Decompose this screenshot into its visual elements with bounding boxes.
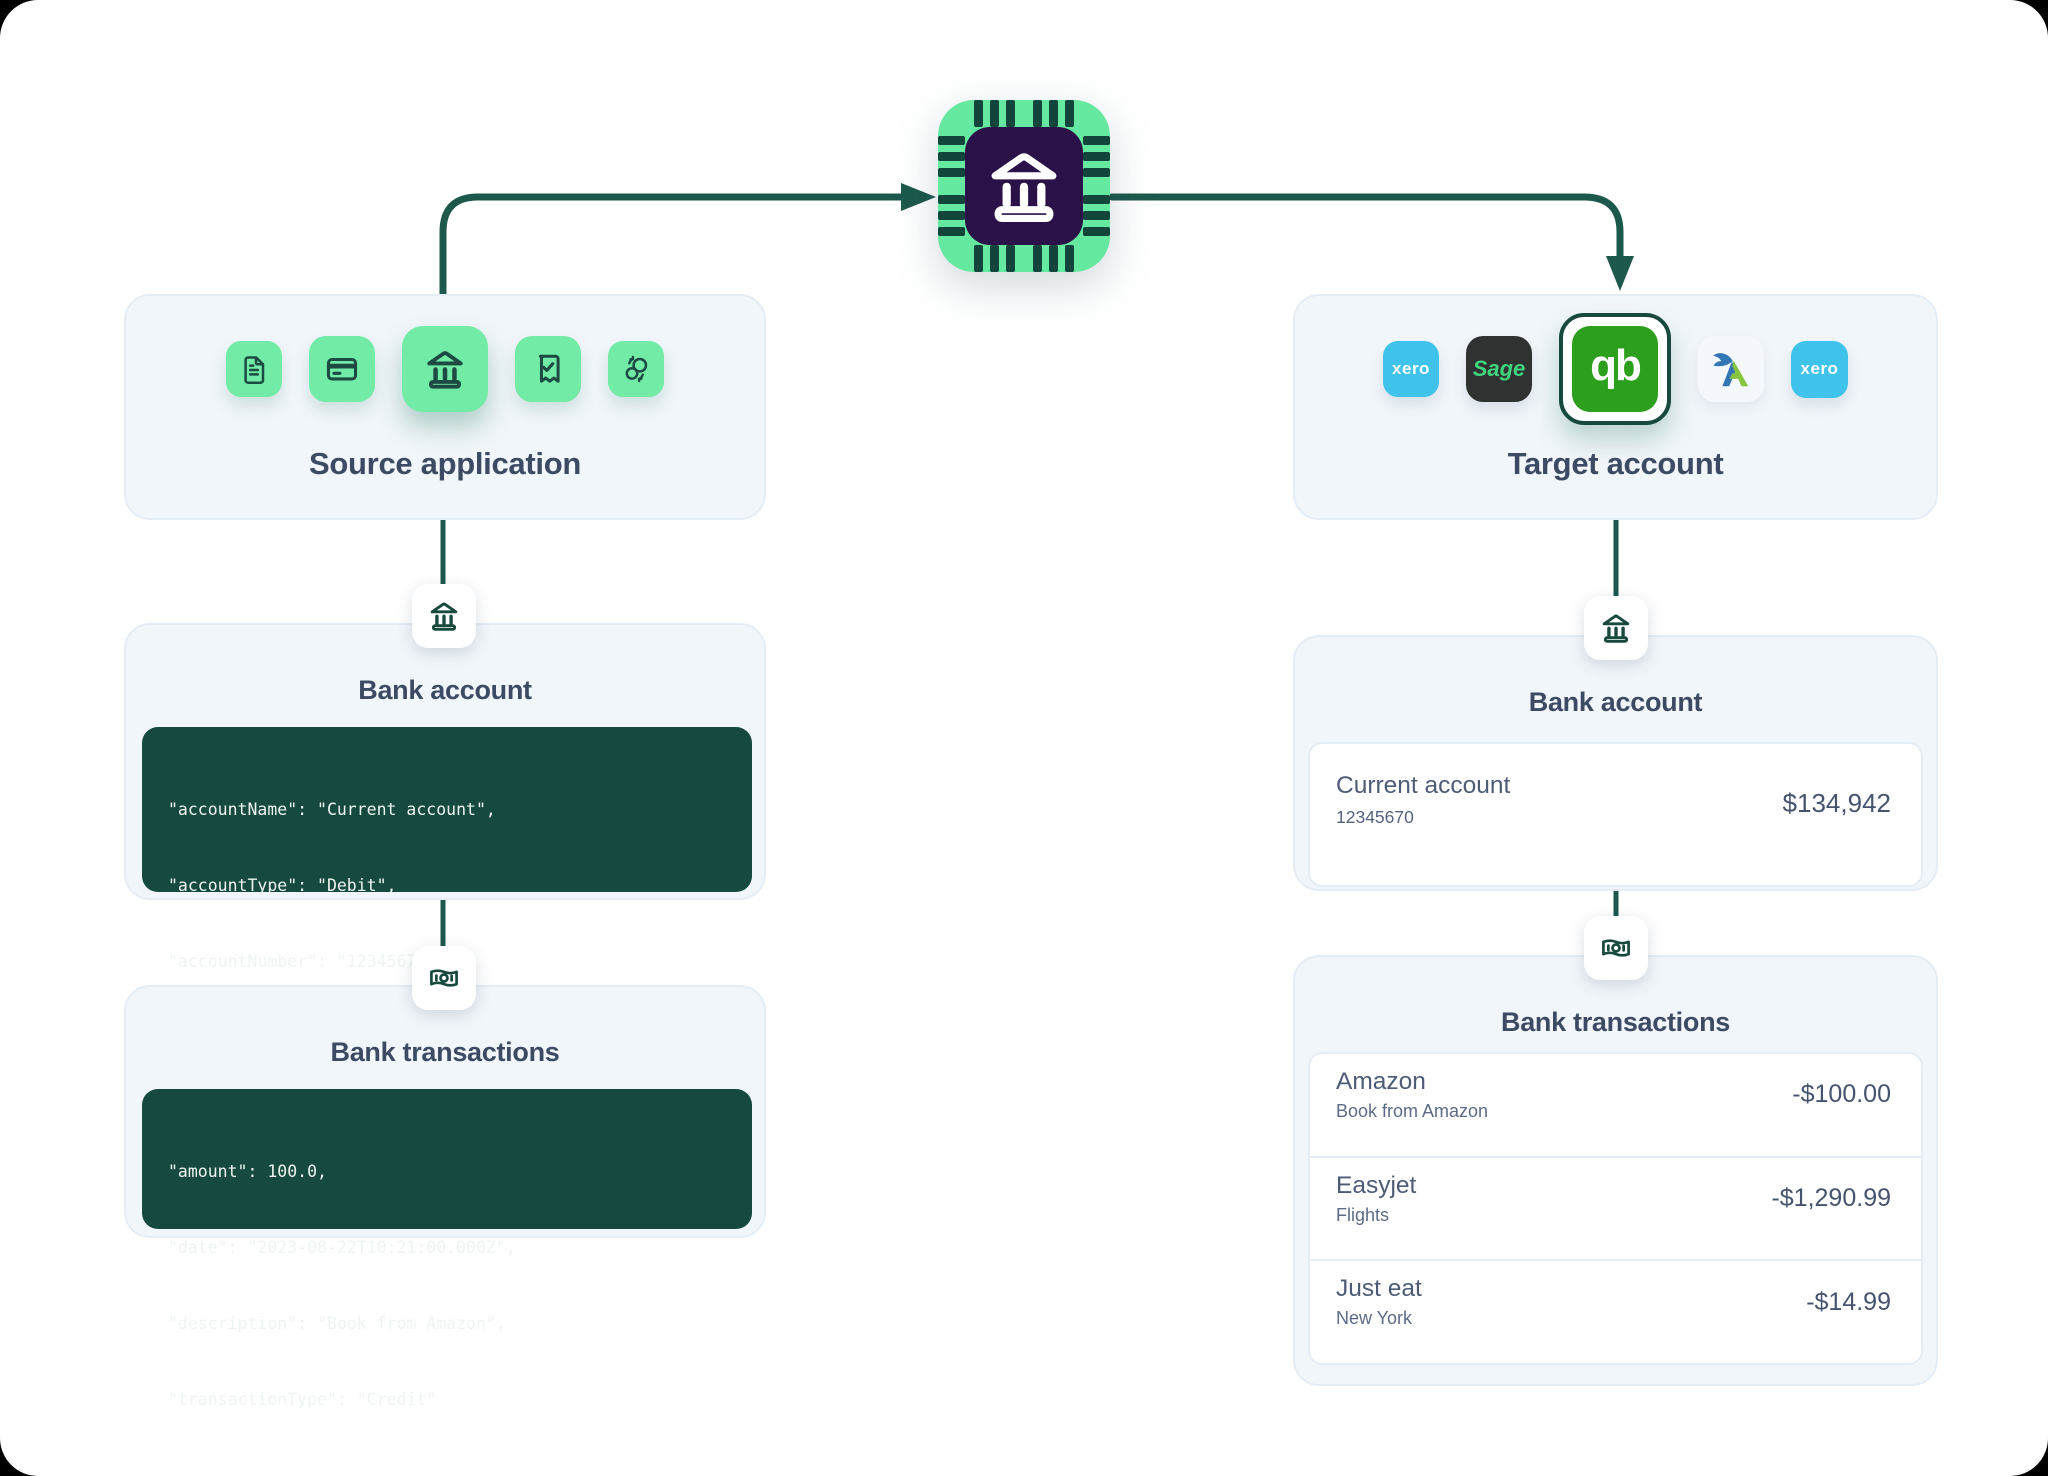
account-balance: $134,942 <box>1783 788 1891 819</box>
arrowhead-right <box>901 183 936 211</box>
bank-transactions-json-block: "amount": 100.0, "date": "2023-08-22T10:… <box>142 1089 752 1229</box>
bank-account-card-right: Bank account Current account 12345670 $1… <box>1293 635 1938 891</box>
code-line: "description": "Book from Amazon", <box>168 1311 726 1336</box>
transaction-amount: -$100.00 <box>1792 1080 1891 1109</box>
arrow-source-to-hub <box>443 197 901 296</box>
transaction-info: Easyjet Flights <box>1336 1172 1416 1226</box>
transaction-info: Amazon Book from Amazon <box>1336 1068 1488 1122</box>
xero-logo-text: xero <box>1392 359 1430 379</box>
source-application-card: Source application <box>124 294 766 520</box>
bank-chip-icon <box>938 100 1110 272</box>
transaction-merchant: Amazon <box>1336 1068 1488 1096</box>
transaction-row: Easyjet Flights -$1,290.99 <box>1310 1156 1921 1260</box>
transaction-merchant: Easyjet <box>1336 1172 1416 1200</box>
bank-icon <box>1598 610 1634 646</box>
account-summary-row: Current account 12345670 $134,942 <box>1308 742 1923 887</box>
transactions-list: Amazon Book from Amazon -$100.00 Easyjet… <box>1308 1052 1923 1365</box>
xero-app-icon[interactable]: xero <box>1383 341 1439 397</box>
transaction-amount: -$14.99 <box>1806 1288 1891 1317</box>
document-icon <box>238 353 270 385</box>
target-app-icons: xero Sage qb xero <box>1295 296 1936 442</box>
source-tile-exchange[interactable] <box>608 341 664 397</box>
transaction-description: Book from Amazon <box>1336 1101 1488 1122</box>
code-line: "accountType": "Debit", <box>168 873 726 898</box>
source-tile-bank-selected[interactable] <box>402 326 488 412</box>
code-line: "transactionType": "Credit" <box>168 1387 726 1412</box>
bank-account-title-right: Bank account <box>1295 687 1936 718</box>
transaction-description: New York <box>1336 1308 1422 1329</box>
quickbooks-logo: qb <box>1572 326 1658 412</box>
freeagent-app-icon[interactable] <box>1698 336 1764 402</box>
sage-app-icon[interactable]: Sage <box>1466 336 1532 402</box>
source-card-title: Source application <box>126 446 764 482</box>
source-app-icons <box>126 296 764 442</box>
transaction-amount: -$1,290.99 <box>1771 1184 1891 1213</box>
target-account-card: xero Sage qb xero Targ <box>1293 294 1938 520</box>
bank-account-badge-left <box>412 584 476 648</box>
banknote-icon <box>1598 930 1634 966</box>
credit-card-icon <box>323 350 361 388</box>
integration-diagram: Source application xero Sage qb <box>0 0 2048 1476</box>
exchange-icon <box>620 353 652 385</box>
bank-transactions-json-card: Bank transactions "amount": 100.0, "date… <box>124 985 766 1238</box>
source-tile-credit-card[interactable] <box>309 336 375 402</box>
bank-icon <box>426 598 462 634</box>
xero-app-icon-2[interactable]: xero <box>1791 341 1848 398</box>
account-name: Current account <box>1336 772 1510 800</box>
code-line: "amount": 100.0, <box>168 1159 726 1184</box>
arrow-hub-to-target <box>1112 197 1620 257</box>
bank-transactions-badge-right <box>1584 916 1648 980</box>
bank-icon <box>421 345 469 393</box>
quickbooks-app-icon-selected[interactable]: qb <box>1559 313 1671 425</box>
bank-account-json-card: Bank account "accountName": "Current acc… <box>124 623 766 900</box>
transaction-merchant: Just eat <box>1336 1275 1422 1303</box>
bank-account-badge-right <box>1584 596 1648 660</box>
bank-transactions-title-left: Bank transactions <box>126 1037 764 1068</box>
sage-logo-text: Sage <box>1473 356 1526 382</box>
banknote-icon <box>426 960 462 996</box>
arrowhead-down <box>1606 256 1634 291</box>
bank-transactions-badge-left <box>412 946 476 1010</box>
freeagent-logo-icon <box>1708 346 1754 392</box>
bank-transactions-card-right: Bank transactions Amazon Book from Amazo… <box>1293 955 1938 1386</box>
code-line: "date": "2023-08-22T10:21:00.000Z", <box>168 1235 726 1260</box>
xero-logo-text-2: xero <box>1801 359 1839 379</box>
bank-account-json-block: "accountName": "Current account", "accou… <box>142 727 752 892</box>
receipt-icon <box>529 350 567 388</box>
transaction-info: Just eat New York <box>1336 1275 1422 1329</box>
source-tile-receipt[interactable] <box>515 336 581 402</box>
source-tile-document[interactable] <box>226 341 282 397</box>
transaction-row: Just eat New York -$14.99 <box>1310 1259 1921 1363</box>
quickbooks-logo-text: qb <box>1590 341 1640 391</box>
code-line: "accountName": "Current account", <box>168 797 726 822</box>
bank-transactions-title-right: Bank transactions <box>1295 1007 1936 1038</box>
account-info: Current account 12345670 <box>1336 772 1510 828</box>
transaction-row: Amazon Book from Amazon -$100.00 <box>1310 1054 1921 1156</box>
bank-account-title-left: Bank account <box>126 675 764 706</box>
account-number: 12345670 <box>1336 807 1510 828</box>
transaction-description: Flights <box>1336 1205 1416 1226</box>
target-card-title: Target account <box>1295 446 1936 482</box>
